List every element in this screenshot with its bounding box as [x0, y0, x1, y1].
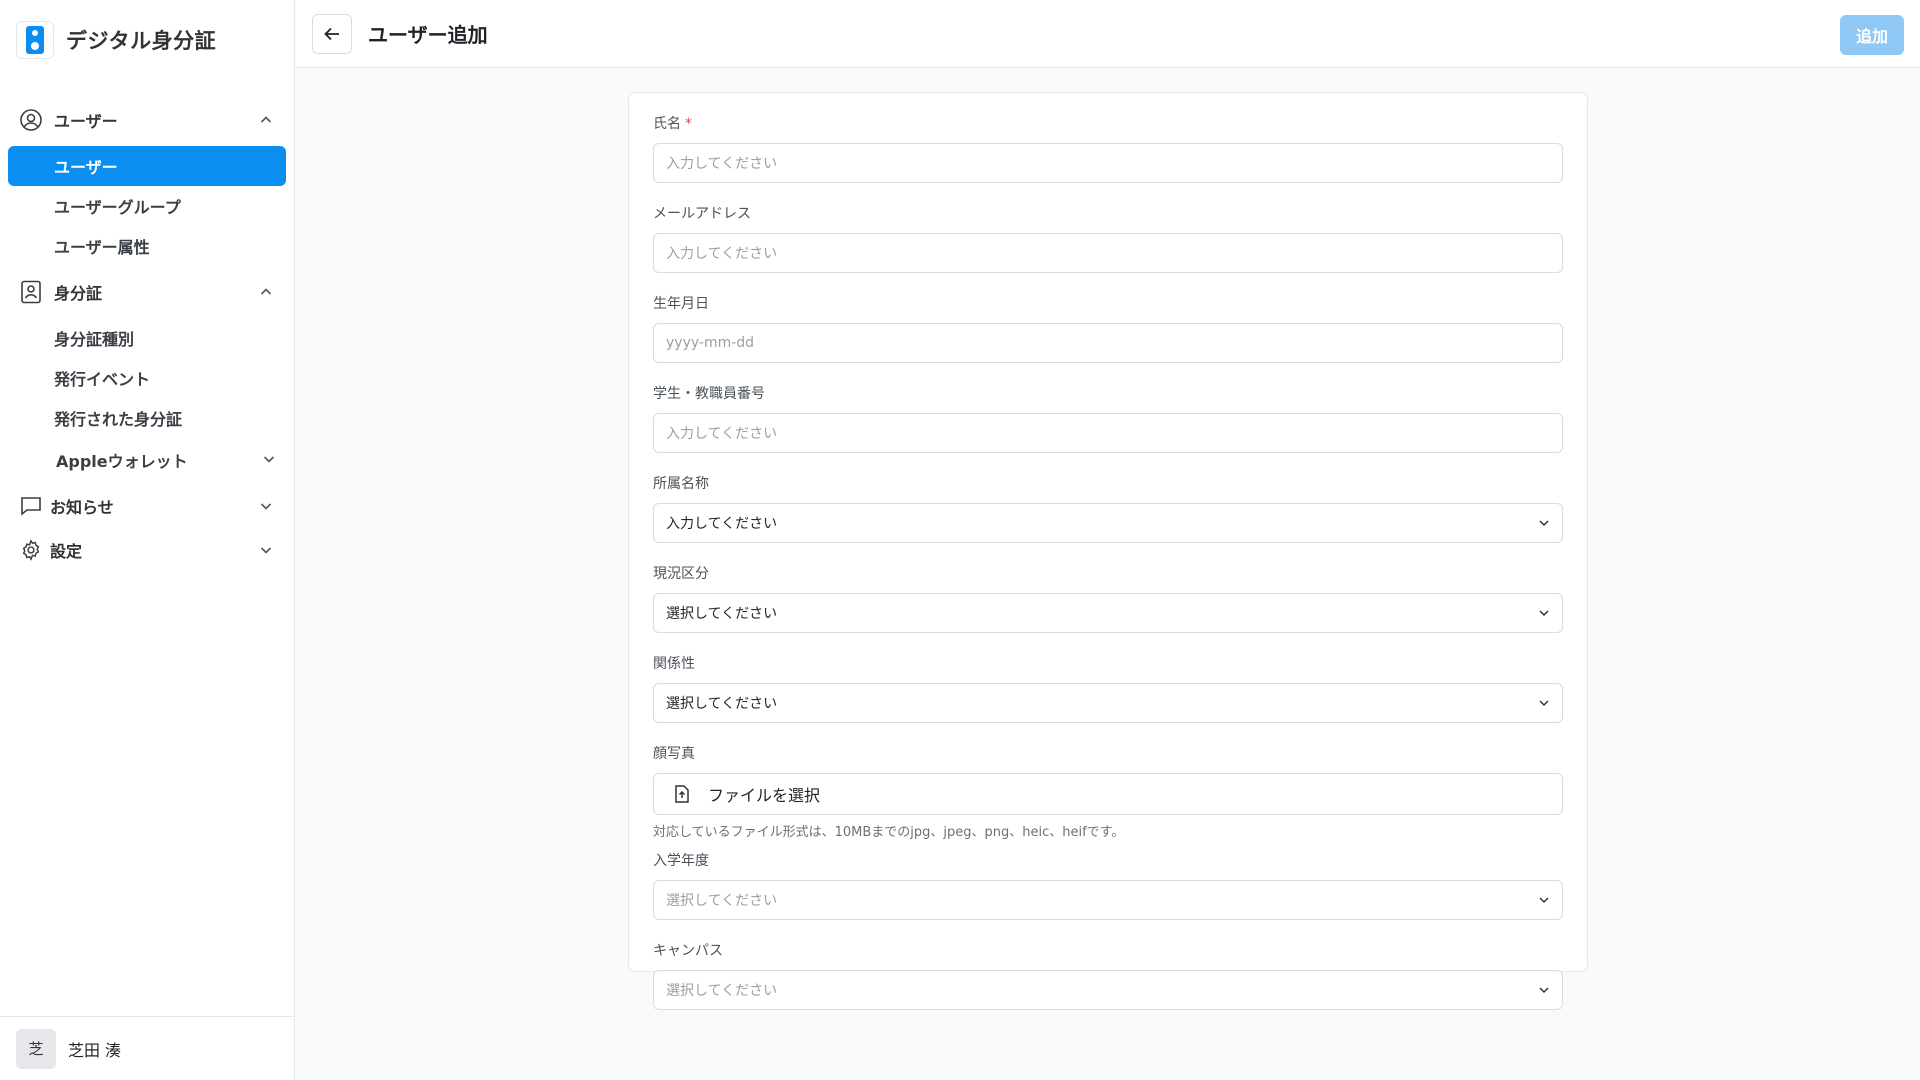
- id-badge-icon: [18, 279, 44, 305]
- user-name: 芝田 湊: [68, 1040, 122, 1060]
- field-label: 所属名称: [653, 476, 709, 492]
- nav-group-label: 設定: [50, 542, 83, 561]
- chevron-up-icon: [256, 282, 276, 302]
- field-student-id: 学生・教職員番号 入力してください: [653, 383, 1563, 453]
- nav-group-id[interactable]: 身分証: [8, 272, 286, 312]
- select-value: 入力してください: [666, 516, 778, 532]
- app-logo-icon: [16, 21, 54, 59]
- avatar: 芝: [16, 1028, 56, 1069]
- chevron-down-icon: [256, 496, 276, 516]
- file-format-hint: 対応しているファイル形式は、10MBまでのjpg、jpeg、png、heic、h…: [653, 825, 1125, 840]
- field-name: 氏名 * 入力してください: [653, 113, 1563, 183]
- campus-select[interactable]: 選択してください: [653, 970, 1563, 1010]
- nav-group-label: ユーザー: [54, 112, 118, 131]
- chevron-down-icon: [1539, 897, 1549, 904]
- nav-group-settings[interactable]: 設定: [8, 530, 286, 570]
- file-select-button[interactable]: ファイルを選択: [653, 773, 1563, 815]
- sidebar-item-issued-ids[interactable]: 発行された身分証: [8, 398, 286, 438]
- page-title: ユーザー追加: [368, 23, 488, 47]
- sidebar: デジタル身分証 ユーザー ユーザー ユーザーグループ ユーザー属性 身分証 身分…: [0, 0, 295, 1080]
- file-upload-icon: [672, 784, 692, 804]
- brand: デジタル身分証: [0, 0, 294, 80]
- sidebar-item-apple-wallet[interactable]: Appleウォレット: [8, 438, 286, 482]
- student-id-input[interactable]: 入力してください: [653, 413, 1563, 453]
- app-name: デジタル身分証: [66, 29, 217, 53]
- current-user[interactable]: 芝 芝田 湊: [0, 1016, 295, 1080]
- field-label: 氏名: [653, 116, 681, 132]
- field-label: 入学年度: [653, 853, 709, 869]
- chevron-down-icon: [262, 451, 276, 470]
- add-button[interactable]: 追加: [1840, 15, 1904, 55]
- field-affiliation: 所属名称 入力してください: [653, 473, 1563, 543]
- nav-group-label: 身分証: [54, 284, 103, 303]
- chevron-down-icon: [256, 540, 276, 560]
- back-button[interactable]: [312, 13, 352, 54]
- field-birthdate: 生年月日 yyyy-mm-dd: [653, 293, 1563, 363]
- select-value: 選択してください: [666, 893, 778, 909]
- email-input[interactable]: 入力してください: [653, 233, 1563, 273]
- field-email: メールアドレス 入力してください: [653, 203, 1563, 273]
- nav-group-label: お知らせ: [50, 498, 114, 517]
- field-label: 関係性: [653, 656, 695, 672]
- sidebar-nav: ユーザー ユーザー ユーザーグループ ユーザー属性 身分証 身分証種別 発行イベ…: [0, 100, 294, 570]
- arrow-left-icon: [324, 27, 339, 40]
- affiliation-select[interactable]: 入力してください: [653, 503, 1563, 543]
- gear-icon: [18, 537, 44, 563]
- nav-group-users[interactable]: ユーザー: [8, 100, 286, 140]
- sidebar-item-user-attributes[interactable]: ユーザー属性: [8, 226, 286, 266]
- sidebar-item-id-types[interactable]: 身分証種別: [8, 318, 286, 358]
- select-value: 選択してください: [666, 696, 778, 712]
- nav-group-notices[interactable]: お知らせ: [8, 486, 286, 526]
- user-circle-icon: [18, 107, 44, 133]
- birthdate-input[interactable]: yyyy-mm-dd: [653, 323, 1563, 363]
- field-status: 現況区分 選択してください: [653, 563, 1563, 633]
- chevron-up-icon: [256, 110, 276, 130]
- chevron-down-icon: [1539, 700, 1549, 707]
- user-form: 氏名 * 入力してください メールアドレス 入力してください 生年月日 yyyy-…: [628, 92, 1588, 1010]
- field-photo: 顔写真 ファイルを選択 対応しているファイル形式は、10MBまでのjpg、jpe…: [653, 743, 1563, 840]
- name-input[interactable]: 入力してください: [653, 143, 1563, 183]
- sidebar-item-users[interactable]: ユーザー: [8, 146, 286, 186]
- field-campus: キャンパス 選択してください: [653, 940, 1563, 1010]
- select-value: 選択してください: [666, 983, 778, 999]
- field-label: キャンパス: [653, 943, 723, 959]
- chevron-down-icon: [1539, 987, 1549, 994]
- required-mark: *: [685, 116, 692, 132]
- sidebar-item-user-groups[interactable]: ユーザーグループ: [8, 186, 286, 226]
- relation-select[interactable]: 選択してください: [653, 683, 1563, 723]
- field-label: 学生・教職員番号: [653, 386, 765, 402]
- status-select[interactable]: 選択してください: [653, 593, 1563, 633]
- field-label: メールアドレス: [653, 206, 751, 222]
- chevron-down-icon: [1539, 610, 1549, 617]
- sidebar-item-label: Appleウォレット: [56, 452, 188, 471]
- field-label: 生年月日: [653, 296, 709, 312]
- sidebar-item-issue-events[interactable]: 発行イベント: [8, 358, 286, 398]
- page-header: ユーザー追加 追加: [296, 0, 1920, 68]
- select-value: 選択してください: [666, 606, 778, 622]
- field-label: 顔写真: [653, 746, 695, 762]
- field-enroll-year: 入学年度 選択してください: [653, 850, 1563, 920]
- field-label: 現況区分: [653, 566, 709, 582]
- chat-bubble-icon: [18, 493, 44, 519]
- enroll-year-select[interactable]: 選択してください: [653, 880, 1563, 920]
- file-select-label: ファイルを選択: [708, 786, 821, 805]
- chevron-down-icon: [1539, 520, 1549, 527]
- field-relation: 関係性 選択してください: [653, 653, 1563, 723]
